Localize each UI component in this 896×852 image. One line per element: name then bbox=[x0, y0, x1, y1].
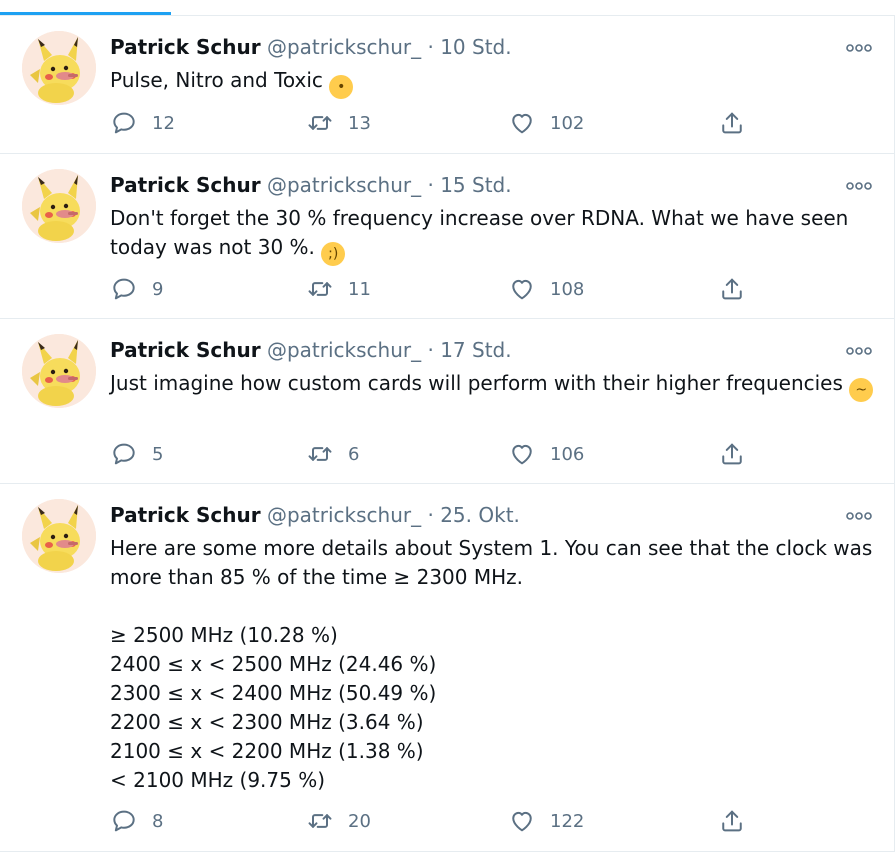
like-count: 122 bbox=[550, 810, 585, 832]
separator-dot: · bbox=[427, 173, 434, 197]
author-handle[interactable]: @patrickschur_ bbox=[267, 35, 421, 59]
heart-icon[interactable] bbox=[508, 275, 536, 303]
retweet-icon[interactable] bbox=[306, 807, 334, 835]
more-icon[interactable] bbox=[844, 341, 874, 361]
tweet-actions: 12 13 102 bbox=[110, 108, 760, 138]
like-button[interactable]: 122 bbox=[508, 806, 584, 836]
author-name[interactable]: Patrick Schur bbox=[110, 503, 261, 527]
tweet-text-body: Just imagine how custom cards will perfo… bbox=[110, 371, 843, 395]
author-handle[interactable]: @patrickschur_ bbox=[267, 503, 421, 527]
author-name[interactable]: Patrick Schur bbox=[110, 338, 261, 362]
retweet-button[interactable]: 6 bbox=[306, 439, 359, 469]
share-icon[interactable] bbox=[718, 109, 746, 137]
winking-face-emoji: ;) bbox=[321, 242, 346, 266]
tweet-header: Patrick Schur @patrickschur_ · 15 Std. bbox=[110, 172, 512, 198]
reply-count: 8 bbox=[152, 810, 164, 832]
more-icon[interactable] bbox=[844, 506, 874, 526]
tweet-text-body: Don't forget the 30 % frequency increase… bbox=[110, 206, 855, 259]
reply-icon[interactable] bbox=[110, 440, 138, 468]
reply-icon[interactable] bbox=[110, 807, 138, 835]
reply-count: 5 bbox=[152, 443, 164, 465]
tweet-timestamp[interactable]: 15 Std. bbox=[440, 173, 511, 197]
retweet-count: 6 bbox=[348, 443, 360, 465]
tweet-actions: 5 6 106 bbox=[110, 439, 760, 469]
reply-button[interactable]: 8 bbox=[110, 806, 163, 836]
heart-icon[interactable] bbox=[508, 807, 536, 835]
drooling-face-emoji: ~ bbox=[849, 378, 874, 402]
author-handle[interactable]: @patrickschur_ bbox=[267, 338, 421, 362]
reply-button[interactable]: 9 bbox=[110, 274, 163, 304]
heart-icon[interactable] bbox=[508, 440, 536, 468]
tweet-header: Patrick Schur @patrickschur_ · 25. Okt. bbox=[110, 502, 520, 528]
tweet-timestamp[interactable]: 25. Okt. bbox=[440, 503, 520, 527]
retweet-button[interactable]: 20 bbox=[306, 806, 371, 836]
tweet[interactable]: Patrick Schur @patrickschur_ · 15 Std. D… bbox=[0, 154, 895, 319]
monocle-face-emoji: • bbox=[329, 75, 354, 99]
author-handle[interactable]: @patrickschur_ bbox=[267, 173, 421, 197]
tweet-timestamp[interactable]: 10 Std. bbox=[440, 35, 511, 59]
retweet-icon[interactable] bbox=[306, 440, 334, 468]
retweet-count: 13 bbox=[348, 112, 371, 134]
retweet-count: 20 bbox=[348, 810, 371, 832]
like-count: 108 bbox=[550, 278, 585, 300]
share-icon[interactable] bbox=[718, 807, 746, 835]
reply-count: 12 bbox=[152, 112, 175, 134]
avatar[interactable] bbox=[22, 31, 96, 105]
avatar[interactable] bbox=[22, 169, 96, 243]
author-name[interactable]: Patrick Schur bbox=[110, 173, 261, 197]
reply-button[interactable]: 5 bbox=[110, 439, 163, 469]
tweet-text: Pulse, Nitro and Toxic • bbox=[110, 66, 880, 99]
tweet[interactable]: Patrick Schur @patrickschur_ · 25. Okt. … bbox=[0, 484, 895, 852]
like-count: 102 bbox=[550, 112, 585, 134]
avatar[interactable] bbox=[22, 334, 96, 408]
like-button[interactable]: 108 bbox=[508, 274, 584, 304]
share-button[interactable] bbox=[718, 806, 746, 836]
tweet-text: Don't forget the 30 % frequency increase… bbox=[110, 204, 880, 266]
more-icon[interactable] bbox=[844, 38, 874, 58]
tweet-header: Patrick Schur @patrickschur_ · 17 Std. bbox=[110, 337, 512, 363]
retweet-icon[interactable] bbox=[306, 275, 334, 303]
heart-icon[interactable] bbox=[508, 109, 536, 137]
share-icon[interactable] bbox=[718, 275, 746, 303]
tweet-actions: 9 11 108 bbox=[110, 274, 760, 304]
tweet-timestamp[interactable]: 17 Std. bbox=[440, 338, 511, 362]
separator-dot: · bbox=[427, 503, 434, 527]
retweet-icon[interactable] bbox=[306, 109, 334, 137]
tweet[interactable]: Patrick Schur @patrickschur_ · 17 Std. J… bbox=[0, 319, 895, 484]
tweet-actions: 8 20 122 bbox=[110, 806, 760, 836]
avatar[interactable] bbox=[22, 499, 96, 573]
reply-button[interactable]: 12 bbox=[110, 108, 175, 138]
like-count: 106 bbox=[550, 443, 585, 465]
tweet-header: Patrick Schur @patrickschur_ · 10 Std. bbox=[110, 34, 512, 60]
retweet-button[interactable]: 13 bbox=[306, 108, 371, 138]
share-icon[interactable] bbox=[718, 440, 746, 468]
retweet-count: 11 bbox=[348, 278, 371, 300]
tweet-text: Just imagine how custom cards will perfo… bbox=[110, 369, 880, 402]
tweet-text: Here are some more details about System … bbox=[110, 536, 873, 792]
like-button[interactable]: 102 bbox=[508, 108, 584, 138]
tweet[interactable]: Patrick Schur @patrickschur_ · 10 Std. P… bbox=[0, 16, 895, 154]
tweet-text-body: Pulse, Nitro and Toxic bbox=[110, 68, 323, 92]
retweet-button[interactable]: 11 bbox=[306, 274, 371, 304]
share-button[interactable] bbox=[718, 274, 746, 304]
reply-icon[interactable] bbox=[110, 275, 138, 303]
like-button[interactable]: 106 bbox=[508, 439, 584, 469]
more-icon[interactable] bbox=[844, 176, 874, 196]
separator-dot: · bbox=[427, 35, 434, 59]
separator-dot: · bbox=[427, 338, 434, 362]
author-name[interactable]: Patrick Schur bbox=[110, 35, 261, 59]
share-button[interactable] bbox=[718, 108, 746, 138]
share-button[interactable] bbox=[718, 439, 746, 469]
reply-icon[interactable] bbox=[110, 109, 138, 137]
reply-count: 9 bbox=[152, 278, 164, 300]
